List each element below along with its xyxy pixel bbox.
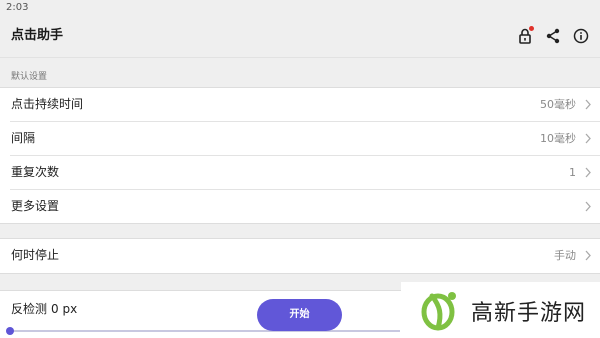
chevron-right-icon [585, 133, 591, 144]
info-icon[interactable] [570, 25, 592, 47]
chevron-right-icon [585, 250, 591, 261]
section-header-default-settings: 默认设置 [0, 57, 600, 88]
watermark-logo [421, 292, 456, 331]
watermark: 高新手游网 [401, 282, 600, 337]
settings-card: 点击持续时间 50毫秒 间隔 10毫秒 重复次数 1 更多设置 [0, 87, 600, 224]
setting-when-to-stop[interactable]: 何时停止 手动 [10, 239, 600, 272]
app-actions [514, 25, 592, 47]
setting-label: 更多设置 [11, 199, 60, 213]
share-icon[interactable] [542, 25, 564, 47]
setting-repeat-count[interactable]: 重复次数 1 [10, 156, 600, 190]
anti-detect-slider-track[interactable] [10, 330, 400, 332]
setting-label: 点击持续时间 [11, 97, 84, 111]
chevron-right-icon [585, 201, 591, 212]
anti-detect-value: 0 px [51, 302, 78, 316]
lock-icon[interactable] [514, 25, 536, 47]
anti-detect-readout: 反检测 0 px [11, 300, 77, 317]
setting-value: 手动 [554, 249, 576, 262]
anti-detect-slider-thumb[interactable] [6, 327, 14, 335]
stop-card: 何时停止 手动 [0, 238, 600, 274]
notification-dot [529, 26, 534, 31]
setting-interval[interactable]: 间隔 10毫秒 [10, 122, 600, 156]
anti-detect-label: 反检测 [11, 302, 48, 316]
chevron-right-icon [585, 99, 591, 110]
setting-value: 10毫秒 [540, 132, 576, 145]
watermark-text: 高新手游网 [471, 301, 587, 326]
setting-label: 重复次数 [11, 165, 60, 179]
setting-label: 何时停止 [11, 248, 60, 262]
setting-more-settings[interactable]: 更多设置 [10, 190, 600, 223]
status-time: 2:03 [6, 2, 29, 13]
status-bar: 2:03 [0, 0, 600, 16]
app-bar: 点击助手 [0, 16, 600, 56]
setting-value: 1 [569, 166, 576, 179]
start-button[interactable]: 开始 [257, 299, 342, 331]
chevron-right-icon [585, 167, 591, 178]
section-title: 默认设置 [11, 72, 48, 82]
setting-label: 间隔 [11, 131, 36, 145]
app-title: 点击助手 [11, 28, 64, 43]
setting-value: 50毫秒 [540, 98, 576, 111]
setting-click-duration[interactable]: 点击持续时间 50毫秒 [10, 88, 600, 122]
